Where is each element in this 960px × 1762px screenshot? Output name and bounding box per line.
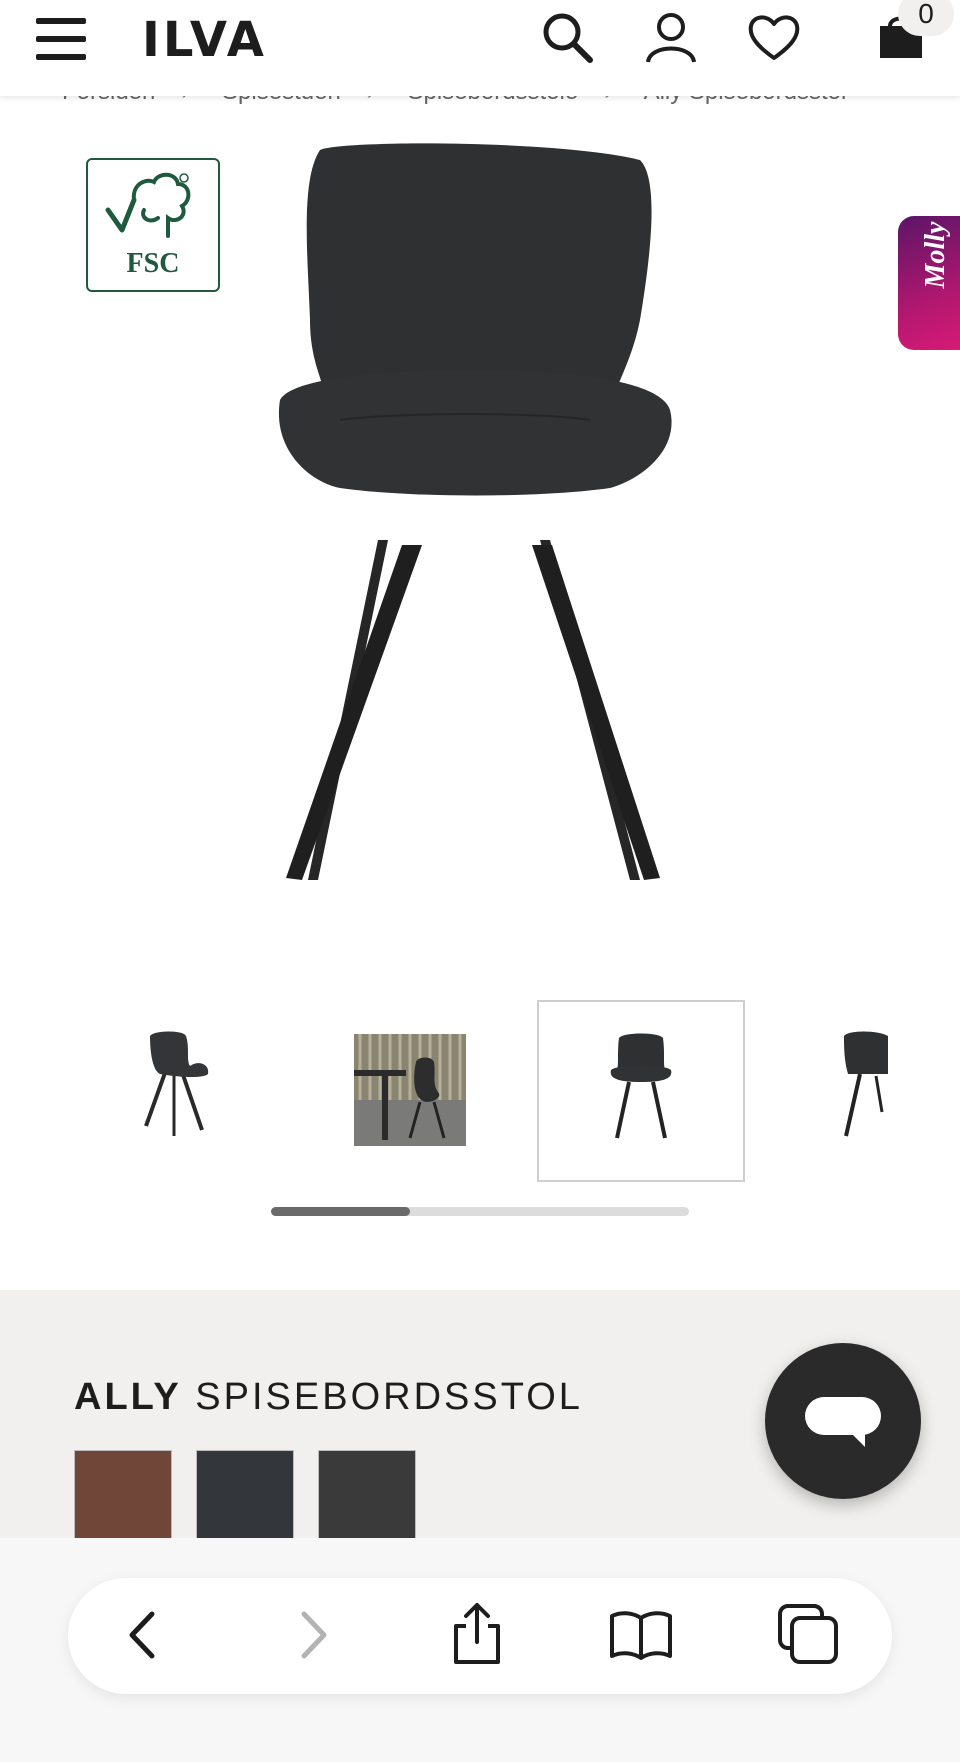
forward-icon[interactable]	[278, 1600, 348, 1670]
menu-icon[interactable]	[36, 18, 86, 60]
product-name-rest: SPISEBORDSSTOL	[195, 1376, 583, 1418]
heart-icon[interactable]	[747, 10, 801, 64]
thumbnail-2[interactable]	[306, 1000, 514, 1182]
thumbnail-1[interactable]	[74, 1000, 282, 1182]
browser-toolbar	[0, 1538, 960, 1762]
tabs-icon[interactable]	[774, 1600, 844, 1670]
molly-label: Molly	[920, 221, 951, 289]
chat-button[interactable]	[765, 1343, 921, 1499]
thumbnail-3-active[interactable]	[537, 1000, 745, 1182]
product-main-image[interactable]	[140, 120, 820, 920]
search-icon[interactable]	[540, 10, 594, 64]
product-name-bold: ALLY	[74, 1376, 182, 1418]
color-swatch-black[interactable]	[318, 1450, 416, 1550]
color-swatch-brown[interactable]	[74, 1450, 172, 1550]
molly-assistant-tab[interactable]: Molly	[898, 216, 960, 350]
thumbnail-scrollbar[interactable]	[271, 1207, 689, 1216]
site-logo[interactable]: ILVA	[142, 12, 267, 68]
bookmarks-icon[interactable]	[606, 1600, 676, 1670]
product-title: ALLY SPISEBORDSSTOL	[74, 1376, 583, 1419]
account-icon[interactable]	[644, 10, 698, 64]
back-icon[interactable]	[108, 1600, 178, 1670]
color-swatch-dark-grey[interactable]	[196, 1450, 294, 1550]
site-header: ILVA 0	[0, 0, 960, 96]
share-icon[interactable]	[442, 1600, 512, 1670]
thumbnail-scrollbar-thumb[interactable]	[271, 1207, 410, 1216]
cart-count-badge: 0	[898, 0, 954, 36]
thumbnail-strip	[0, 1000, 960, 1182]
chat-bubble-icon	[805, 1397, 881, 1447]
thumbnail-4[interactable]	[768, 1000, 888, 1182]
